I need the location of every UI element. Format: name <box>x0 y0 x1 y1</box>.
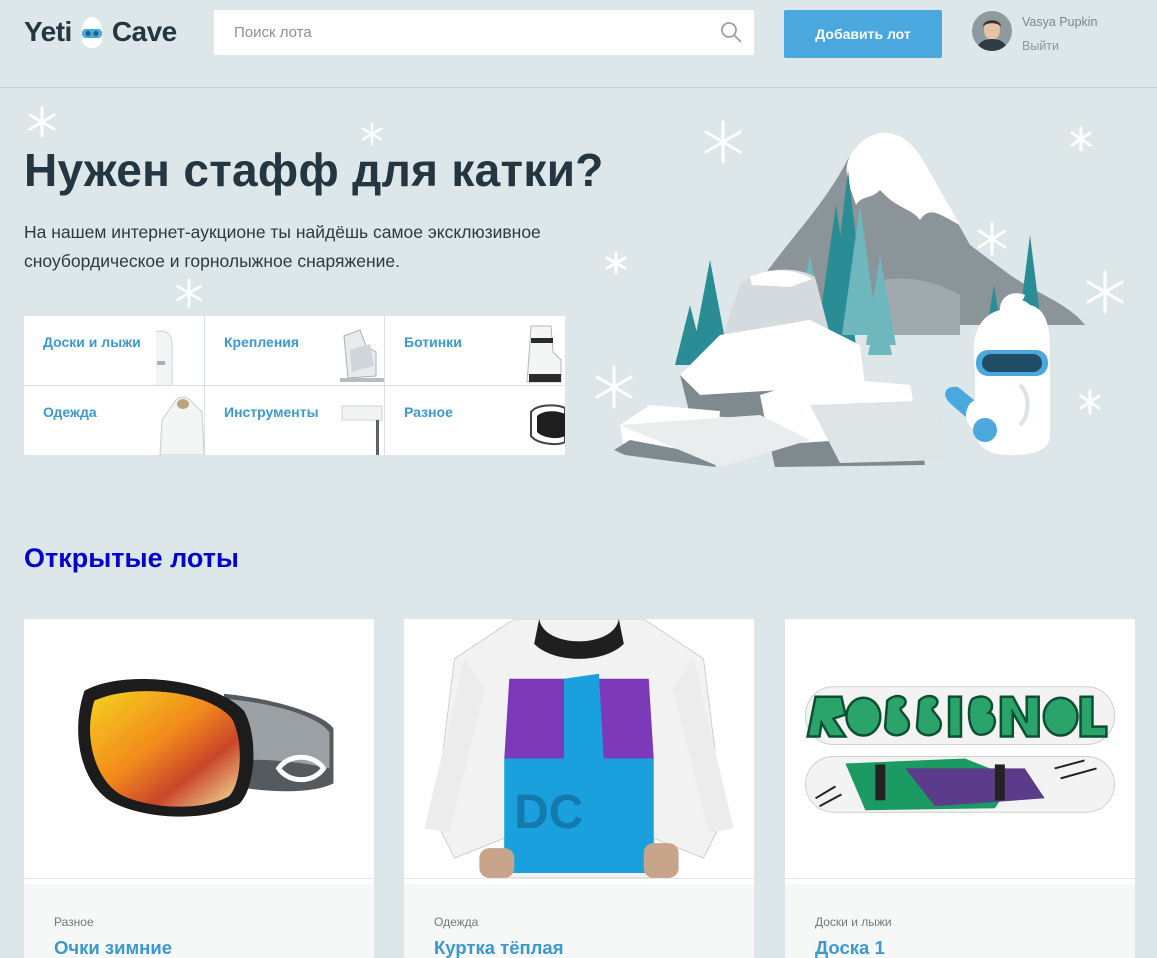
user-avatar[interactable] <box>972 11 1012 51</box>
snowboard-icon <box>156 330 173 385</box>
category-label: Ботинки <box>404 334 462 350</box>
user-menu: Vasya Pupkin Выйти <box>972 11 1098 59</box>
lot-image-jacket[interactable]: DC <box>404 618 754 879</box>
search-icon[interactable] <box>720 21 742 43</box>
hero-illustration <box>595 120 1124 467</box>
logo-text-left: Yeti <box>24 16 72 47</box>
lot-category: Одежда <box>434 915 479 929</box>
lot-category: Разное <box>54 915 94 929</box>
category-other[interactable]: Разное <box>385 386 565 455</box>
category-tools[interactable]: Инструменты <box>205 386 384 455</box>
snowflake-icon <box>176 278 202 308</box>
lot-name-link[interactable]: Очки зимние <box>54 937 344 958</box>
lot-name-link[interactable]: Куртка тёплая <box>434 937 724 958</box>
lot-card[interactable]: Разное Очки зимние <box>24 619 374 958</box>
boot-icon <box>526 325 562 383</box>
logo-text-right: Cave <box>111 16 177 47</box>
search-form <box>214 10 754 55</box>
promo-text: На нашем интернет-аукционе ты найдёшь са… <box>24 222 541 271</box>
lot-image-goggles[interactable] <box>24 619 374 879</box>
add-lot-button[interactable]: Добавить лот <box>784 10 942 58</box>
category-grid: Доски и лыжи Крепления Ботинки Одежда Ин… <box>24 316 565 455</box>
lot-info: Доски и лыжи Доска 1 <box>785 884 1135 958</box>
category-label: Крепления <box>224 334 300 350</box>
header: Yeti Cave Добавить лот Vasya Pupkin Выйт… <box>0 0 1157 88</box>
category-boards-skis[interactable]: Доски и лыжи <box>24 316 204 385</box>
logout-link[interactable]: Выйти <box>1022 33 1098 59</box>
svg-text:DC: DC <box>514 786 583 839</box>
lots-title: Открытые лоты <box>24 543 239 573</box>
lot-category: Доски и лыжи <box>815 915 892 929</box>
jacket-icon <box>159 396 204 455</box>
promo-title: Нужен стафф для катки? <box>24 144 604 196</box>
category-boots[interactable]: Ботинки <box>385 316 565 385</box>
lot-card[interactable]: Доски и лыжи Доска 1 <box>785 619 1135 958</box>
binding-icon <box>340 329 384 382</box>
category-clothing[interactable]: Одежда <box>24 386 204 455</box>
snowflake-icon <box>28 106 56 138</box>
lot-info: Одежда Куртка тёплая <box>404 884 754 958</box>
user-name: Vasya Pupkin <box>1022 15 1098 29</box>
category-label: Одежда <box>43 404 97 420</box>
goggles-icon <box>530 404 565 445</box>
yeti-logo-icon <box>81 16 102 48</box>
lot-card[interactable]: DC Одежда Куртка тёплая <box>404 618 754 958</box>
lot-image-snowboard[interactable] <box>785 619 1135 879</box>
category-label: Разное <box>404 404 453 420</box>
tool-icon <box>341 405 383 455</box>
logo[interactable]: Yeti Cave <box>24 10 177 54</box>
category-label: Доски и лыжи <box>43 334 141 350</box>
category-label: Инструменты <box>224 404 319 420</box>
search-input[interactable] <box>214 10 754 55</box>
lot-name-link[interactable]: Доска 1 <box>815 937 1105 958</box>
lot-info: Разное Очки зимние <box>24 884 374 958</box>
category-bindings[interactable]: Крепления <box>205 316 384 385</box>
